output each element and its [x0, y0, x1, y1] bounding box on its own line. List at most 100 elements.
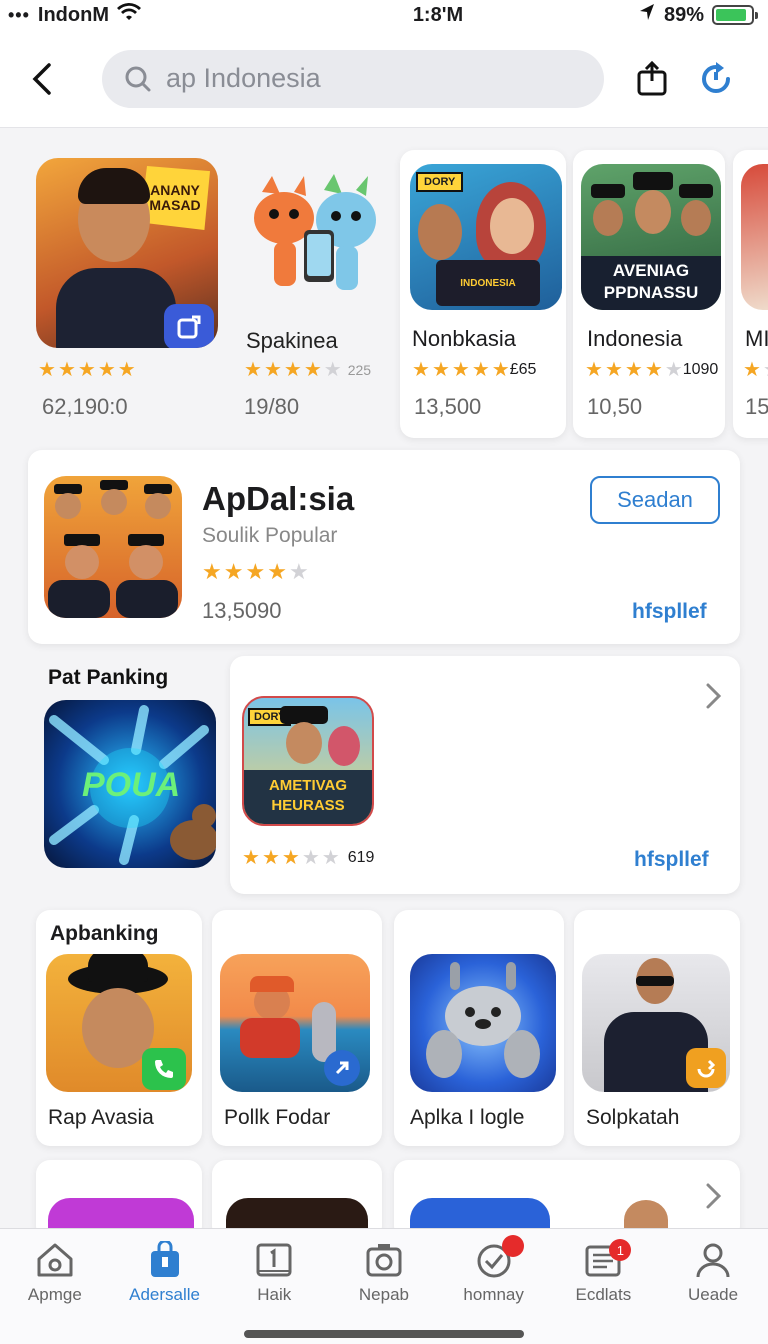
carrier-name: IndonM [37, 3, 109, 26]
app-icon [220, 954, 370, 1092]
tab-check[interactable]: homnay [444, 1235, 544, 1344]
star-icon: ★ [743, 359, 761, 381]
person-face [593, 200, 623, 236]
star-icon: ★ [245, 559, 266, 584]
rating-stars: ★★★★★ [202, 559, 309, 584]
rating-stars: ★★★★★ [412, 360, 510, 380]
star-icon: ★ [471, 359, 490, 381]
star-icon: ★ [624, 359, 643, 381]
camera-icon [366, 1244, 402, 1277]
hat [633, 172, 673, 190]
star-icon: ★ [77, 359, 96, 381]
star-icon: ★ [261, 847, 280, 869]
comic-burst: ANANY MASAD [140, 166, 210, 230]
top-app-card[interactable]: Spakinea ★ ★ ★ ★ ★ 225 19/80 [238, 150, 398, 430]
featured-app-card[interactable]: ApDal:sia Soulik Popular ★ ★ ★ ★ ★ 13,5090 S… [28, 450, 740, 644]
store-icon [150, 1241, 179, 1277]
rating-row: ★ ★ ★ ★ ★ 619 [242, 848, 374, 868]
top-app-card[interactable]: DORY INDONESIA Nonbkasia ★ ★ ★ ★ ★ £65 13,50… [400, 150, 566, 438]
star-icon: ★ [412, 359, 430, 381]
star-icon: ★ [263, 359, 282, 381]
tab-home[interactable]: Apmge [5, 1241, 105, 1344]
app-icon [46, 954, 192, 1092]
chevron-right-icon[interactable] [704, 682, 722, 710]
ranking-card[interactable]: DORY AMETIVAG HEURASS ★ ★ ★ ★ ★ 619 hfspllef [230, 656, 740, 894]
banking-tile[interactable]: Solpkatah [574, 910, 740, 1146]
tab-news[interactable]: 1 Ecdlats [553, 1239, 653, 1344]
developer-link[interactable]: hfspllef [634, 848, 709, 872]
star-icon: ★ [38, 359, 56, 381]
tile-name: Rap Avasia [48, 1106, 154, 1129]
app-icon: DORY INDONESIA [410, 164, 562, 310]
battery-icon [712, 5, 758, 25]
art-label: POUA [82, 766, 181, 804]
clock: 1:8'M [412, 3, 464, 26]
star-icon: ★ [321, 847, 340, 869]
person-body [240, 1018, 300, 1058]
banking-tile[interactable]: Apbanking Rap Avasia [36, 910, 202, 1146]
person-face [635, 190, 671, 234]
banner-text: AMETIVAG HEURASS [244, 770, 372, 824]
star-icon: ★ [242, 847, 260, 869]
rating-stars: ★★★★★ [242, 848, 340, 868]
battery-level [716, 9, 747, 21]
star-icon: ★ [288, 559, 309, 584]
app-name: MI [745, 326, 768, 351]
hat [679, 184, 713, 198]
tab-profile[interactable]: Ueade [663, 1241, 763, 1344]
person-hair [78, 168, 150, 204]
app-icon [410, 954, 556, 1092]
refresh-button[interactable] [694, 57, 738, 101]
star-icon: ★ [267, 559, 287, 584]
comic-tag: DORY [416, 172, 464, 192]
top-app-card[interactable]: MI ★★★★★ 15 [733, 150, 768, 438]
app-name: Indonesia [587, 326, 683, 351]
banking-tile[interactable]: Pollk Fodar [212, 910, 382, 1146]
star-icon: ★ [117, 359, 136, 381]
header: ap Indonesia [0, 30, 768, 128]
chevron-left-icon [32, 62, 51, 95]
tab-label: homnay [463, 1285, 524, 1304]
star-icon: ★ [604, 359, 623, 381]
search-input[interactable]: ap Indonesia [102, 49, 604, 108]
get-button[interactable]: Seadan [590, 476, 720, 524]
banking-tile[interactable]: Aplka I logle [394, 910, 564, 1146]
notification-dot [501, 1235, 524, 1257]
star-icon: ★ [451, 359, 470, 381]
download-count: 19/80 [244, 394, 300, 419]
app-icon: AVENIAG PPDNASSU [581, 164, 721, 310]
tab-calendar[interactable]: Haik [224, 1241, 324, 1344]
top-app-card[interactable]: AVENIAG PPDNASSU Indonesia ★ ★ ★ ★ ★ 1090 10… [573, 150, 725, 438]
download-count: 10,50 [587, 394, 643, 419]
refresh-icon [702, 61, 730, 93]
ranking-art[interactable]: POUA [44, 700, 216, 868]
back-button[interactable] [20, 57, 64, 101]
arrow-icon [324, 1050, 360, 1086]
app-icon [44, 476, 182, 618]
developer-link[interactable]: hfspllef [632, 600, 707, 624]
star-icon: ★ [223, 559, 244, 584]
top-app-card[interactable]: ANANY MASAD ★ ★ ★ ★ ★ 62,190:0 [36, 150, 221, 430]
person-face [418, 204, 462, 260]
home-indicator[interactable] [244, 1330, 524, 1338]
hat [591, 184, 625, 198]
star-icon: ★ [283, 359, 302, 381]
sunglasses [636, 976, 674, 986]
chevron-right-icon[interactable] [704, 1182, 722, 1210]
tab-store[interactable]: Adersalle [115, 1241, 215, 1344]
person-face [286, 722, 322, 764]
phone-icon [142, 1048, 186, 1090]
wifi-icon [117, 2, 141, 28]
tab-label: Haik [257, 1285, 292, 1304]
rating-stars: ★★★★★ [743, 360, 768, 380]
hijab [328, 726, 360, 766]
tab-label: Ecdlats [575, 1285, 632, 1304]
share-button[interactable] [630, 57, 674, 101]
rating-row: ★ ★ ★ ★ ★ 225 [244, 360, 371, 380]
rating-count: 619 [347, 849, 375, 866]
star-icon: ★ [491, 359, 510, 381]
app-name: Spakinea [246, 328, 338, 353]
download-count: 15 [745, 394, 768, 419]
tab-camera[interactable]: Nepab [334, 1241, 434, 1344]
person-icon [696, 1243, 730, 1278]
